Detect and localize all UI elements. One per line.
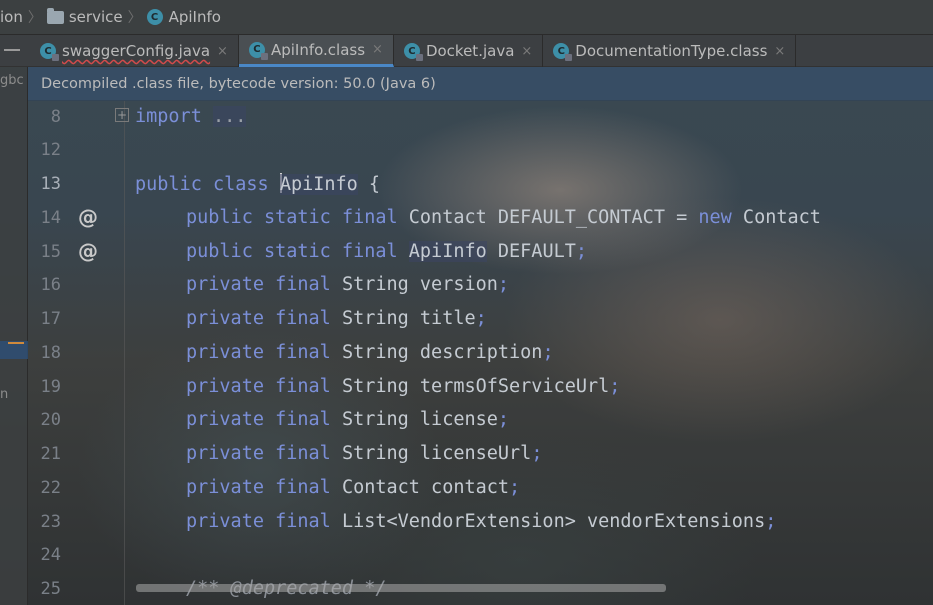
breadcrumb-separator-icon: 〉 (27, 10, 42, 26)
line-number: 25 (40, 579, 61, 599)
code-line[interactable]: 15 @ public static final ApiInfo DEFAULT… (28, 236, 933, 269)
line-number: 14 (40, 208, 61, 228)
code-line[interactable]: 20 private final String license; (28, 404, 933, 437)
folder-icon (46, 7, 64, 24)
line-number: 12 (40, 140, 61, 160)
breadcrumb-item-apiinfo[interactable]: C ApiInfo (146, 8, 221, 26)
breadcrumb: ion 〉 service 〉 C ApiInfo (0, 0, 933, 35)
project-panel-edge[interactable]: gbc n (0, 67, 28, 605)
code-text: public static final ApiInfo DEFAULT; (186, 241, 587, 262)
code-text: private final String licenseUrl; (186, 443, 543, 464)
line-number: 19 (40, 377, 61, 397)
code-text: private final String title; (186, 308, 487, 329)
class-icon: C (146, 9, 163, 25)
class-icon: C (248, 41, 268, 60)
code-line[interactable]: 14 @ public static final Contact DEFAULT… (28, 202, 933, 235)
breadcrumb-apiinfo-label: ApiInfo (168, 8, 221, 26)
code-text: public static final Contact DEFAULT_CONT… (186, 207, 821, 228)
breadcrumb-item-service[interactable]: service (46, 7, 123, 26)
code-text: private final List<VendorExtension> vend… (186, 511, 777, 532)
breadcrumb-separator-icon: 〉 (127, 10, 142, 26)
code-text: private final String version; (186, 274, 510, 295)
marker-icon (8, 342, 24, 344)
tab-label: Docket.java (425, 42, 515, 60)
class-icon: C (403, 43, 423, 61)
breadcrumb-service-label: service (68, 8, 123, 26)
line-number: 18 (40, 343, 61, 363)
code-text: private final String termsOfServiceUrl; (186, 376, 621, 397)
line-number: 15 (40, 242, 61, 262)
decompiled-banner: Decompiled .class file, bytecode version… (28, 67, 933, 101)
code-line[interactable]: 21 private final String licenseUrl; (28, 438, 933, 471)
tab-docket[interactable]: C Docket.java × (394, 35, 544, 67)
annotation-icon[interactable]: @ (78, 205, 98, 229)
tab-swaggerconfig[interactable]: C swaggerConfig.java × (30, 35, 239, 67)
code-text: private final Contact contact; (186, 477, 521, 498)
tab-documentationtype[interactable]: C DocumentationType.class × (543, 35, 797, 67)
line-number: 20 (40, 410, 61, 430)
line-number: 17 (40, 309, 61, 329)
code-line[interactable]: 17 private final String title; (28, 303, 933, 336)
line-number: 16 (40, 275, 61, 295)
project-tree-fragment: gbc (0, 73, 24, 88)
line-number: 24 (40, 545, 61, 565)
close-icon[interactable]: × (521, 44, 532, 59)
collapse-icon[interactable] (0, 35, 30, 67)
code-editor[interactable]: 8 + import ... 12 13 public class ApiInf… (28, 101, 933, 605)
code-line[interactable]: 24 (28, 539, 933, 572)
tab-apiinfo[interactable]: C ApiInfo.class × (238, 35, 394, 67)
code-line[interactable]: 8 + import ... (28, 101, 933, 134)
banner-text: Decompiled .class file, bytecode version… (41, 75, 436, 92)
code-text: import ... (135, 106, 247, 127)
line-number: 13 (40, 174, 61, 194)
tab-label: ApiInfo.class (270, 40, 366, 59)
close-icon[interactable]: × (774, 44, 785, 59)
line-number: 22 (40, 478, 61, 498)
code-line[interactable]: 13 public class ApiInfo { (28, 168, 933, 201)
project-tree-fragment: n (0, 387, 9, 402)
class-icon: C (553, 43, 573, 61)
close-icon[interactable]: × (372, 42, 383, 57)
tab-label: DocumentationType.class (575, 42, 768, 60)
code-line[interactable]: 16 private final String version; (28, 269, 933, 302)
line-number: 23 (40, 512, 61, 532)
code-text: private final String description; (186, 342, 554, 363)
breadcrumb-item-module[interactable]: ion (0, 8, 23, 26)
annotation-icon[interactable]: @ (78, 239, 98, 263)
code-line[interactable]: 23 private final List<VendorExtension> v… (28, 506, 933, 539)
code-line[interactable]: 12 (28, 134, 933, 167)
editor-tab-bar: C swaggerConfig.java × C ApiInfo.class ×… (0, 35, 933, 67)
line-number: 8 (50, 107, 61, 127)
code-line[interactable]: 22 private final Contact contact; (28, 472, 933, 505)
code-text: private final String license; (186, 409, 510, 430)
code-line[interactable]: 19 private final String termsOfServiceUr… (28, 371, 933, 404)
tab-label: swaggerConfig.java (62, 42, 211, 60)
class-icon: C (40, 43, 59, 61)
code-line[interactable]: 18 private final String description; (28, 337, 933, 370)
close-icon[interactable]: × (217, 44, 228, 59)
fold-expand-icon[interactable]: + (115, 108, 129, 122)
code-text: public class ApiInfo { (135, 173, 381, 195)
breadcrumb-module-label: ion (0, 8, 23, 26)
horizontal-scrollbar[interactable] (136, 584, 666, 592)
line-number: 21 (40, 444, 61, 464)
